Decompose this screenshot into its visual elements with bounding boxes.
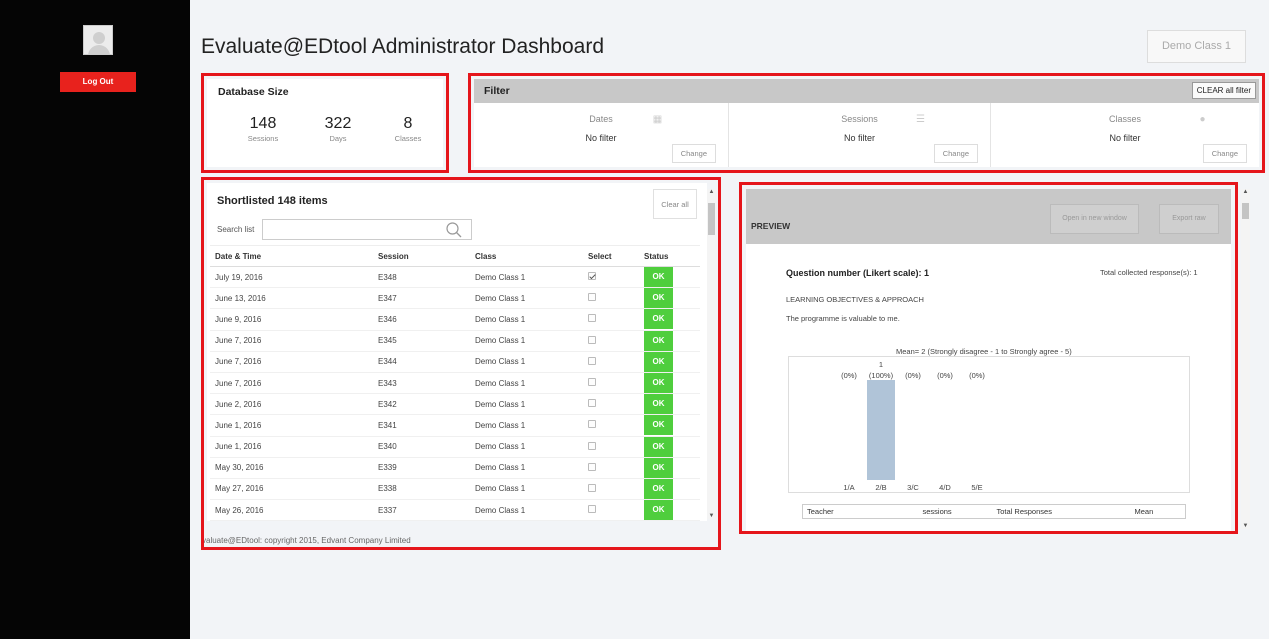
highlight-box-shortlist	[201, 177, 721, 550]
preview-scrollbar[interactable]: ▲ ▼	[1241, 189, 1250, 529]
page-title: Evaluate@EDtool Administrator Dashboard	[201, 35, 605, 58]
sidebar: Log Out	[0, 0, 190, 639]
scroll-up-arrow-icon[interactable]: ▲	[1241, 189, 1250, 195]
scroll-down-arrow-icon[interactable]: ▼	[1241, 523, 1250, 529]
highlight-box-filter	[468, 73, 1265, 173]
class-selector-button[interactable]: Demo Class 1	[1147, 30, 1246, 63]
avatar[interactable]	[83, 25, 113, 55]
scrollbar-thumb[interactable]	[1242, 203, 1249, 219]
user-body-icon	[88, 45, 110, 54]
user-head-icon	[93, 32, 105, 44]
highlight-box-database	[201, 73, 449, 173]
highlight-box-preview	[739, 182, 1238, 534]
logout-button[interactable]: Log Out	[60, 72, 136, 92]
